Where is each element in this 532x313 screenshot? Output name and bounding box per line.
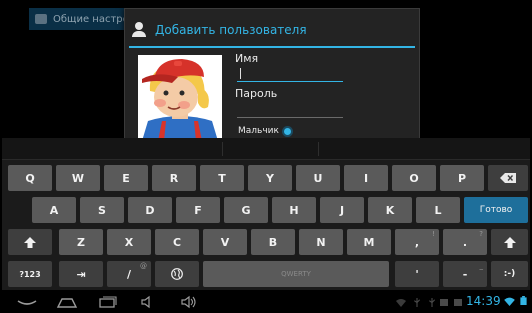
backspace-icon	[500, 173, 516, 183]
slash-key-hint: @	[140, 262, 147, 270]
dash-key-label: -	[462, 267, 468, 281]
suggestion-divider	[222, 142, 223, 156]
key-j[interactable]: J	[320, 197, 364, 223]
key-z[interactable]: Z	[59, 229, 103, 255]
key-x[interactable]: X	[107, 229, 151, 255]
key-l[interactable]: L	[416, 197, 460, 223]
system-navigation-bar: 14:39	[0, 292, 532, 313]
password-label: Пароль	[235, 87, 278, 100]
battery-icon	[520, 296, 527, 305]
volume-down-icon[interactable]	[140, 295, 156, 309]
suggestion-divider	[318, 142, 319, 156]
name-input[interactable]	[237, 66, 343, 82]
key-s[interactable]: S	[80, 197, 124, 223]
home-icon[interactable]	[56, 295, 78, 309]
key-u[interactable]: U	[296, 165, 340, 191]
shift-key-right[interactable]	[491, 229, 528, 255]
shift-icon	[503, 236, 516, 248]
dash-key[interactable]: - _	[443, 261, 487, 287]
key-a[interactable]: A	[32, 197, 76, 223]
key-period[interactable]: . ?	[443, 229, 487, 255]
wifi-icon	[396, 299, 406, 307]
key-b[interactable]: B	[251, 229, 295, 255]
key-g[interactable]: G	[224, 197, 268, 223]
key-p[interactable]: P	[440, 165, 484, 191]
key-w[interactable]: W	[56, 165, 100, 191]
key-comma-hint: !	[432, 230, 435, 238]
dialog-title-divider	[129, 46, 415, 48]
key-f[interactable]: F	[176, 197, 220, 223]
gender-radio-boy[interactable]	[284, 128, 291, 135]
key-t[interactable]: T	[200, 165, 244, 191]
symbols-key[interactable]: ?123	[8, 261, 52, 287]
key-period-label: .	[462, 235, 468, 249]
usb-debug-icon	[429, 298, 436, 307]
key-v[interactable]: V	[203, 229, 247, 255]
shift-key-left[interactable]	[8, 229, 52, 255]
key-q[interactable]: Q	[8, 165, 52, 191]
language-key[interactable]	[155, 261, 199, 287]
dash-key-hint: _	[479, 262, 484, 270]
key-period-hint: ?	[479, 230, 483, 238]
dialog-title: Добавить пользователя	[155, 23, 307, 37]
keyboard-suggestion-strip	[2, 138, 530, 160]
recent-apps-icon[interactable]	[98, 295, 118, 309]
back-icon[interactable]	[16, 295, 38, 309]
key-m[interactable]: M	[347, 229, 391, 255]
settings-header[interactable]: Общие настройки	[29, 8, 129, 30]
slash-key-label: /	[126, 267, 132, 281]
add-user-dialog: Добавить пользователя Имя Пароль Мальчик	[124, 8, 420, 141]
smiley-key[interactable]: :-)	[491, 261, 528, 287]
key-n[interactable]: N	[299, 229, 343, 255]
volume-up-icon[interactable]	[180, 295, 198, 309]
settings-header-label: Общие настройки	[53, 13, 129, 25]
key-y[interactable]: Y	[248, 165, 292, 191]
key-comma-label: ,	[414, 235, 420, 249]
key-i[interactable]: I	[344, 165, 388, 191]
key-comma[interactable]: , !	[395, 229, 439, 255]
settings-icon	[35, 14, 47, 24]
usb-icon	[414, 298, 421, 307]
gender-label: Мальчик	[238, 126, 279, 136]
dialog-title-bar: Добавить пользователя	[131, 15, 415, 45]
shift-icon	[24, 236, 36, 248]
key-o[interactable]: O	[392, 165, 436, 191]
key-c[interactable]: C	[155, 229, 199, 255]
slash-key[interactable]: / @	[107, 261, 151, 287]
download-icon	[454, 299, 462, 306]
on-screen-keyboard: Q W E R T Y U I O P A S D F G H J K L Го…	[2, 138, 530, 290]
key-r[interactable]: R	[152, 165, 196, 191]
key-k[interactable]: K	[368, 197, 412, 223]
space-bar[interactable]: QWERTY	[203, 261, 389, 287]
sd-card-icon	[440, 299, 448, 306]
key-e[interactable]: E	[104, 165, 148, 191]
tab-key[interactable]: ⇥	[59, 261, 103, 287]
user-avatar[interactable]	[138, 55, 222, 141]
backspace-key[interactable]	[488, 165, 528, 191]
apostrophe-key[interactable]: '	[395, 261, 439, 287]
name-label: Имя	[235, 52, 259, 65]
user-icon	[131, 22, 147, 38]
key-d[interactable]: D	[128, 197, 172, 223]
text-cursor	[240, 68, 241, 79]
wifi-icon	[504, 297, 515, 306]
globe-icon	[171, 268, 183, 280]
key-h[interactable]: H	[272, 197, 316, 223]
status-clock: 14:39	[466, 294, 501, 308]
password-input[interactable]	[237, 102, 343, 118]
done-key[interactable]: Готово	[464, 197, 528, 223]
